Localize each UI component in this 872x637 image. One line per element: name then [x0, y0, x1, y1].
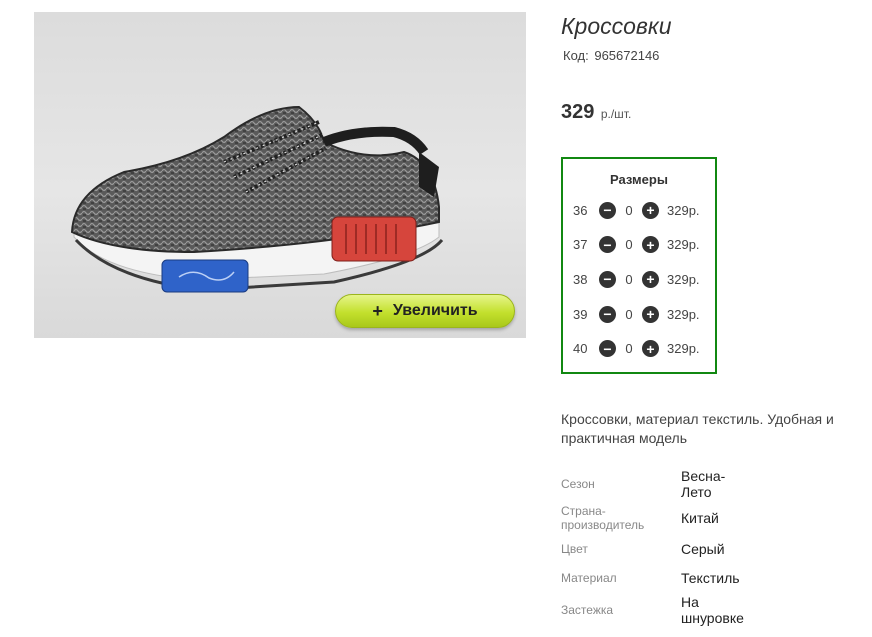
zoom-button[interactable]: + Увеличить [335, 294, 515, 328]
size-quantity: 0 [625, 306, 633, 322]
property-value: Весна-Лето [681, 468, 726, 500]
property-row: Материал Текстиль [561, 564, 761, 592]
size-row: 40 − 0 + 329р. [563, 331, 715, 366]
size-price: 329р. [667, 237, 700, 253]
plus-circle-icon[interactable]: + [642, 236, 659, 254]
size-quantity: 0 [625, 202, 633, 218]
size-label: 39 [573, 306, 588, 322]
property-row: Цвет Серый [561, 534, 761, 564]
size-quantity: 0 [625, 341, 633, 357]
size-price: 329р. [667, 306, 700, 322]
plus-circle-icon[interactable]: + [642, 201, 659, 219]
sizes-heading: Размеры [610, 172, 668, 187]
size-row: 36 − 0 + 329р. [563, 193, 715, 228]
property-key: Сезон [561, 477, 595, 491]
sneaker-illustration [70, 105, 444, 293]
plus-circle-icon[interactable]: + [642, 340, 659, 358]
property-value: Серый [681, 541, 725, 557]
size-quantity: 0 [625, 271, 633, 287]
product-title: Кроссовки [561, 13, 672, 39]
price-value: 329 [561, 101, 595, 123]
product-image[interactable]: + Увеличить [34, 12, 526, 338]
minus-circle-icon[interactable]: − [599, 270, 616, 288]
property-row: Застежка На шнуровке [561, 592, 761, 628]
minus-circle-icon[interactable]: − [599, 305, 616, 323]
property-key: Цвет [561, 542, 588, 556]
product-description: Кроссовки, материал текстиль. Удобная и … [561, 411, 834, 446]
property-key: Застежка [561, 603, 614, 617]
zoom-button-label: Увеличить [392, 302, 478, 319]
size-label: 37 [573, 237, 588, 253]
size-label: 38 [573, 271, 588, 287]
minus-circle-icon[interactable]: − [599, 236, 616, 254]
property-value: Текстиль [681, 570, 740, 586]
plus-circle-icon[interactable]: + [642, 270, 659, 288]
size-price: 329р. [667, 202, 700, 218]
product-price: 329 р./шт. [561, 101, 631, 124]
plus-circle-icon[interactable]: + [642, 305, 659, 323]
property-value: Китай [681, 510, 719, 526]
property-row: Страна-производитель Китай [561, 502, 761, 534]
property-value: На шнуровке [681, 594, 744, 626]
property-row: Сезон Весна-Лето [561, 466, 761, 502]
minus-circle-icon[interactable]: − [599, 201, 616, 219]
size-price: 329р. [667, 341, 700, 357]
sizes-box: Размеры 36 − 0 + 329р. 37 − 0 + 329р. 38… [561, 157, 717, 374]
size-row: 37 − 0 + 329р. [563, 228, 715, 263]
size-row: 39 − 0 + 329р. [563, 297, 715, 332]
product-code-label: Код: [563, 48, 589, 63]
size-row: 38 − 0 + 329р. [563, 262, 715, 297]
size-label: 36 [573, 202, 588, 218]
size-quantity: 0 [625, 237, 633, 253]
size-label: 40 [573, 341, 588, 357]
minus-circle-icon[interactable]: − [599, 340, 616, 358]
property-key: Страна-производитель [561, 504, 645, 532]
product-code: Код: 965672146 [561, 48, 659, 63]
property-key: Материал [561, 571, 617, 585]
properties-table: Сезон Весна-Лето Страна-производитель Ки… [561, 466, 761, 628]
product-code-value: 965672146 [594, 48, 660, 63]
size-price: 329р. [667, 271, 700, 287]
plus-icon: + [372, 300, 383, 321]
price-unit: р./шт. [600, 107, 632, 121]
